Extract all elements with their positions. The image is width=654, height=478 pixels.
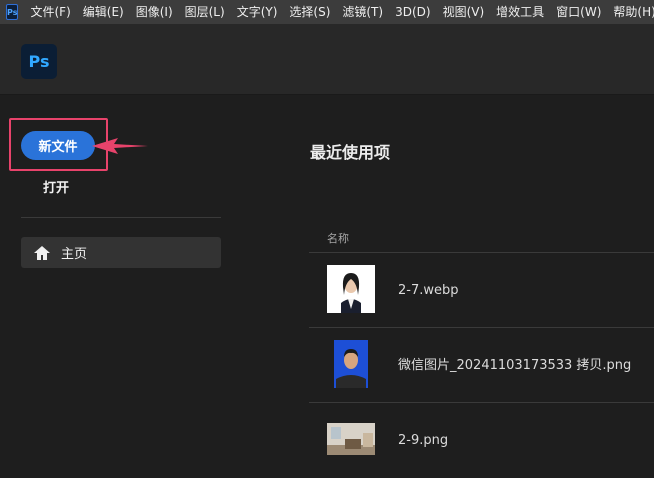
- menu-help[interactable]: 帮助(H): [607, 0, 654, 24]
- list-item[interactable]: 2-7.webp: [309, 252, 654, 327]
- file-name: 微信图片_20241103173533 拷贝.png: [398, 358, 632, 373]
- home-header: Ps: [0, 24, 654, 95]
- open-button[interactable]: 打开: [43, 177, 69, 196]
- menu-layer[interactable]: 图层(L): [179, 0, 231, 24]
- menu-window[interactable]: 窗口(W): [550, 0, 607, 24]
- file-name: 2-7.webp: [398, 283, 459, 298]
- recent-files-list: 2-7.webp 微信图片_20241103173533 拷贝.png 2-9.…: [309, 252, 654, 477]
- menu-type[interactable]: 文字(Y): [231, 0, 284, 24]
- menu-view[interactable]: 视图(V): [437, 0, 491, 24]
- menu-3d[interactable]: 3D(D): [389, 0, 436, 24]
- annotation-arrow-icon: [92, 138, 148, 154]
- portrait-white-bg-icon: [327, 265, 375, 313]
- recent-section-title: 最近使用项: [310, 143, 391, 162]
- portrait-blue-bg-icon: [327, 340, 375, 388]
- column-header-name[interactable]: 名称: [327, 230, 349, 246]
- menu-bar: Ps 文件(F) 编辑(E) 图像(I) 图层(L) 文字(Y) 选择(S) 滤…: [0, 0, 654, 24]
- menu-plugins[interactable]: 增效工具: [490, 0, 550, 24]
- room-photo-icon: [327, 415, 375, 463]
- menu-filter[interactable]: 滤镜(T): [336, 0, 389, 24]
- list-item[interactable]: 微信图片_20241103173533 拷贝.png: [309, 327, 654, 402]
- sidebar-item-label: 主页: [61, 247, 88, 262]
- menu-file[interactable]: 文件(F): [24, 0, 76, 24]
- list-item[interactable]: 2-9.png: [309, 402, 654, 477]
- new-file-button[interactable]: 新文件: [21, 131, 95, 160]
- photoshop-app-icon[interactable]: Ps: [6, 4, 19, 20]
- menu-edit[interactable]: 编辑(E): [77, 0, 130, 24]
- sidebar-item-home[interactable]: 主页: [21, 237, 221, 268]
- home-icon: [33, 245, 51, 261]
- menu-image[interactable]: 图像(I): [130, 0, 179, 24]
- file-name: 2-9.png: [398, 433, 449, 448]
- sidebar-divider: [21, 217, 221, 218]
- menu-select[interactable]: 选择(S): [283, 0, 336, 24]
- photoshop-logo: Ps: [21, 44, 57, 79]
